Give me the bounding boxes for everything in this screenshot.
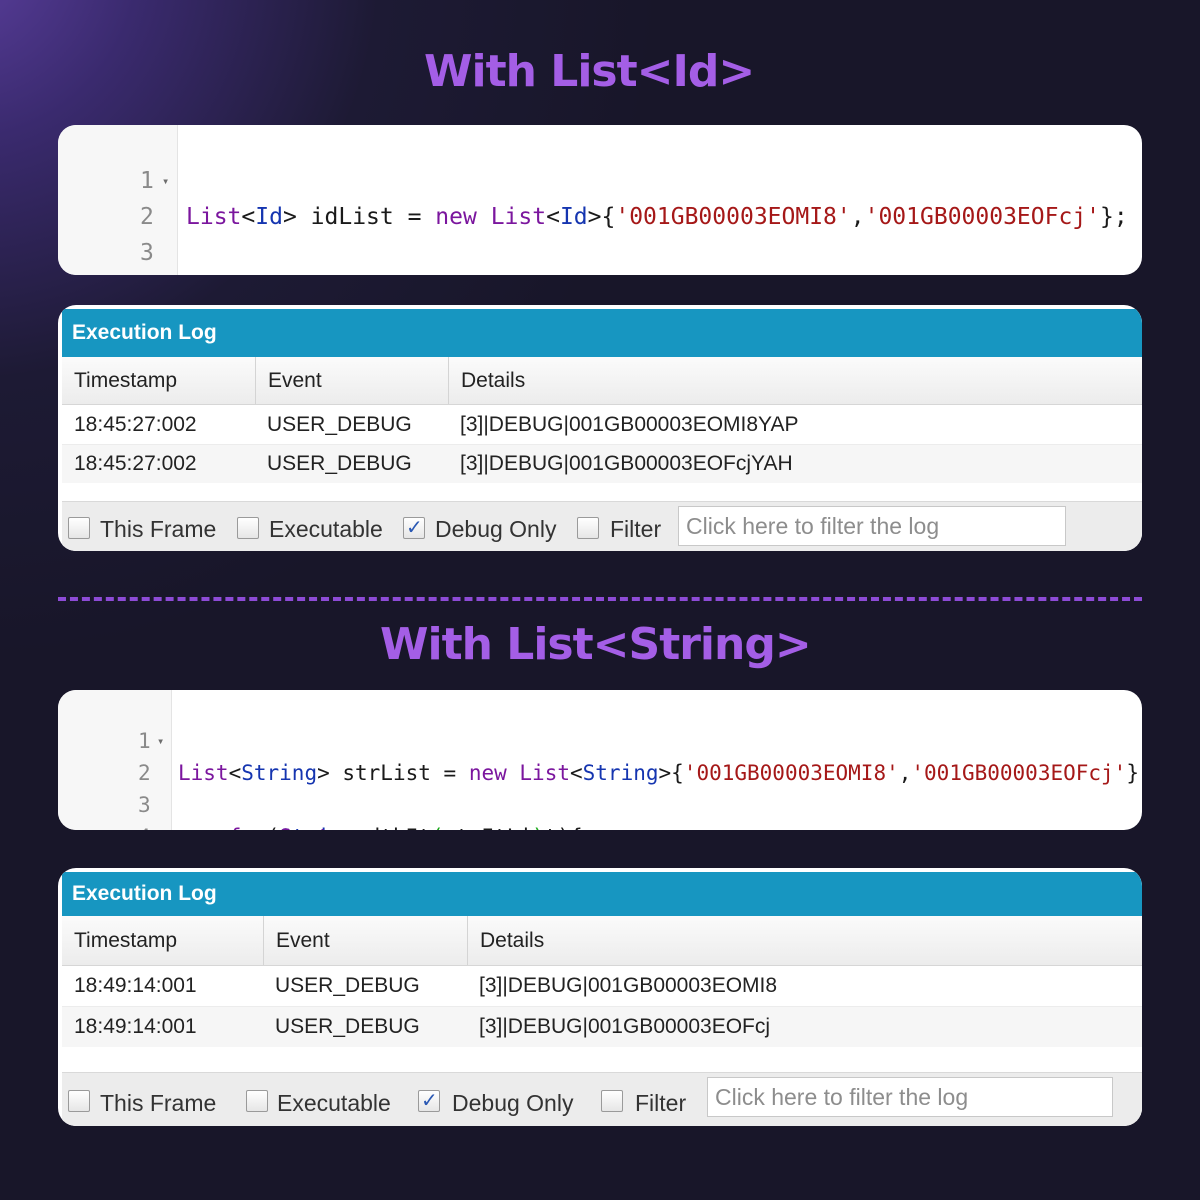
column-header-details[interactable]: Details (448, 357, 1142, 404)
log-details: [3]|DEBUG|001GB00003EOMI8 (479, 974, 778, 997)
code-token: ; (545, 825, 558, 830)
executable-label[interactable]: Executable (277, 1090, 391, 1117)
filter-checkbox[interactable] (601, 1090, 623, 1112)
code-editor-list-id[interactable]: 1 List<Id> idList = new List<Id>{'001GB0… (58, 125, 1142, 275)
code-text: System.debug(strItem); (178, 821, 557, 830)
filter-label[interactable]: Filter (635, 1090, 686, 1117)
code-line: 2 ▾ for(Id iditem:idList){ (58, 163, 1142, 230)
code-editor-list-string[interactable]: 1 List<String> strList = new List<String… (58, 690, 1142, 830)
column-header-event[interactable]: Event (263, 916, 467, 965)
filter-checkbox[interactable] (577, 517, 599, 539)
filter-log-input[interactable] (707, 1077, 1113, 1117)
code-line: 1 List<Id> idList = new List<Id>{'001GB0… (58, 127, 1142, 230)
line-number: 4 (140, 271, 154, 275)
code-token: ) (532, 825, 545, 830)
log-details: [3]|DEBUG|001GB00003EOMI8YAP (460, 412, 799, 436)
column-header-timestamp[interactable]: Timestamp (62, 357, 255, 404)
log-row[interactable]: 18:45:27:002 USER_DEBUG [3]|DEBUG|001GB0… (62, 405, 1142, 444)
column-header-event[interactable]: Event (255, 357, 448, 404)
this-frame-checkbox[interactable] (68, 1090, 90, 1112)
code-line: 2 ▾ for(String strItem:strList){ (58, 725, 1142, 830)
debug-only-checkbox[interactable] (418, 1088, 440, 1112)
filter-label[interactable]: Filter (610, 516, 661, 543)
log-event: USER_DEBUG (267, 412, 412, 436)
log-row[interactable]: 18:45:27:002 USER_DEBUG [3]|DEBUG|001GB0… (62, 444, 1142, 483)
log-details: [3]|DEBUG|001GB00003EOFcjYAH (460, 452, 793, 475)
log-filter-bar: This Frame Executable Debug Only Filter (62, 501, 1142, 551)
log-details: [3]|DEBUG|001GB00003EOFcj (479, 1015, 771, 1038)
fold-arrow-icon[interactable]: ▾ (157, 725, 164, 757)
column-header-timestamp[interactable]: Timestamp (62, 916, 263, 965)
executable-label[interactable]: Executable (269, 516, 383, 543)
code-line: 3 System.debug(iditem); (58, 199, 1142, 266)
log-row[interactable]: 18:49:14:001 USER_DEBUG [3]|DEBUG|001GB0… (62, 1006, 1142, 1047)
log-timestamp: 18:49:14:001 (74, 1015, 197, 1038)
fold-arrow-icon[interactable]: ▾ (162, 163, 169, 199)
executable-checkbox[interactable] (246, 1090, 268, 1112)
section-divider (58, 597, 1142, 601)
execution-log-panel-list-string: Execution Log Timestamp Event Details 18… (58, 868, 1142, 1126)
log-timestamp: 18:45:27:002 (74, 452, 197, 475)
code-text: System.debug(iditem); (186, 271, 588, 275)
this-frame-label[interactable]: This Frame (100, 516, 216, 543)
log-event: USER_DEBUG (275, 1015, 420, 1038)
log-event: USER_DEBUG (267, 452, 412, 475)
code-line: 1 List<String> strList = new List<String… (58, 693, 1142, 785)
section-heading-list-string: With List<String> (380, 619, 812, 670)
code-token: .debug (355, 825, 431, 830)
column-header-details[interactable]: Details (467, 916, 1142, 965)
line-number: 4 (138, 821, 151, 830)
execution-log-title: Execution Log (62, 309, 1142, 357)
log-event: USER_DEBUG (275, 974, 420, 997)
log-timestamp: 18:49:14:001 (74, 974, 197, 997)
log-filter-bar: This Frame Executable Debug Only Filter (62, 1072, 1142, 1126)
code-token: ( (431, 825, 444, 830)
section-heading-list-id: With List<Id> (424, 46, 755, 97)
log-table-header: Timestamp Event Details (62, 916, 1142, 966)
code-line: 4 } (58, 789, 1142, 830)
debug-only-checkbox[interactable] (403, 515, 425, 539)
log-row[interactable]: 18:49:14:001 USER_DEBUG [3]|DEBUG|001GB0… (62, 966, 1142, 1006)
debug-only-label[interactable]: Debug Only (452, 1090, 573, 1117)
this-frame-label[interactable]: This Frame (100, 1090, 216, 1117)
log-table-header: Timestamp Event Details (62, 357, 1142, 405)
debug-only-label[interactable]: Debug Only (435, 516, 556, 543)
execution-log-title: Execution Log (62, 872, 1142, 916)
executable-checkbox[interactable] (237, 517, 259, 539)
execution-log-panel-list-id: Execution Log Timestamp Event Details 18… (58, 305, 1142, 551)
log-timestamp: 18:45:27:002 (74, 412, 197, 436)
this-frame-checkbox[interactable] (68, 517, 90, 539)
code-token: System (279, 825, 355, 830)
filter-log-input[interactable] (678, 506, 1066, 546)
code-token: strItem (444, 825, 533, 830)
code-line: 4 } (58, 235, 1142, 271)
code-line: 3 System.debug(strItem); (58, 757, 1142, 830)
